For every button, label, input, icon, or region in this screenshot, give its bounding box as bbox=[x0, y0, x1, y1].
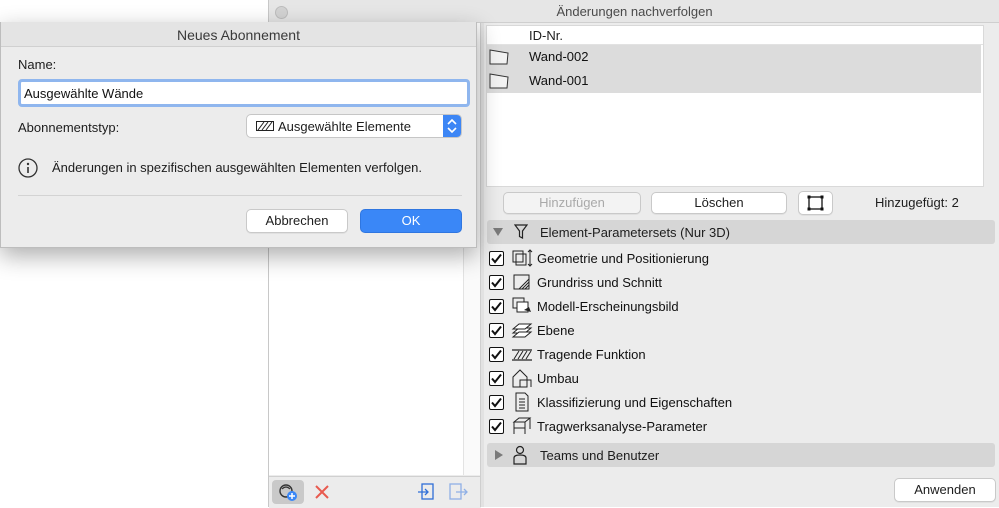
add-button[interactable]: Hinzufügen bbox=[503, 192, 641, 214]
hatch-pattern-icon bbox=[256, 121, 274, 131]
renovation-icon bbox=[512, 369, 532, 388]
parameter-checkbox[interactable] bbox=[489, 371, 504, 386]
name-label: Name: bbox=[18, 57, 57, 72]
filter-icon bbox=[514, 224, 528, 239]
close-icon bbox=[315, 485, 329, 499]
parameter-item-structural-function[interactable]: Tragende Funktion bbox=[489, 343, 989, 367]
cancel-button[interactable]: Abbrechen bbox=[246, 209, 348, 233]
added-count: Hinzugefügt: 2 bbox=[875, 195, 959, 210]
parameter-item-floorplan[interactable]: Grundriss und Schnitt bbox=[489, 271, 989, 295]
new-subscription-icon bbox=[279, 484, 297, 501]
dialog-titlebar[interactable]: Neues Abonnement bbox=[1, 22, 476, 47]
group-label: Element-Parametersets (Nur 3D) bbox=[540, 225, 730, 240]
structural-analysis-icon bbox=[512, 417, 532, 434]
parameter-label: Umbau bbox=[537, 371, 579, 386]
parameter-item-geometry[interactable]: Geometrie und Positionierung bbox=[489, 247, 989, 271]
group-element-parametersets[interactable]: Element-Parametersets (Nur 3D) bbox=[487, 220, 995, 244]
layer-icon bbox=[511, 323, 533, 338]
checkmark-icon bbox=[491, 397, 502, 408]
parameter-label: Modell-Erscheinungsbild bbox=[537, 299, 679, 314]
selection-frame-icon bbox=[807, 195, 824, 211]
select-stepper[interactable] bbox=[443, 115, 461, 137]
chevron-up-down-icon bbox=[447, 118, 457, 134]
export-button[interactable] bbox=[447, 481, 469, 503]
window-titlebar[interactable]: Änderungen nachverfolgen bbox=[269, 0, 999, 23]
parameter-label: Geometrie und Positionierung bbox=[537, 251, 709, 266]
parameter-checkbox[interactable] bbox=[489, 251, 504, 266]
checkmark-icon bbox=[491, 253, 502, 264]
parameter-label: Ebene bbox=[537, 323, 575, 338]
parameter-item-layer[interactable]: Ebene bbox=[489, 319, 989, 343]
parameter-label: Grundriss und Schnitt bbox=[537, 275, 663, 290]
floorplan-icon bbox=[513, 274, 530, 290]
parameter-label: Klassifizierung und Eigenschaften bbox=[537, 395, 733, 410]
parameter-item-model-appearance[interactable]: Modell-Erscheinungsbild bbox=[489, 295, 989, 319]
name-input[interactable] bbox=[18, 79, 470, 107]
parameter-label: Tragende Funktion bbox=[537, 347, 646, 362]
parameter-item-structural-analysis[interactable]: Tragwerksanalyse-Parameter bbox=[489, 415, 989, 439]
element-id: Wand-002 bbox=[529, 49, 589, 64]
dialog-divider bbox=[18, 195, 462, 196]
checkmark-icon bbox=[491, 325, 502, 336]
user-icon bbox=[513, 445, 527, 465]
window-title: Änderungen nachverfolgen bbox=[556, 4, 713, 19]
checkmark-icon bbox=[491, 373, 502, 384]
element-id-table[interactable]: ID-Nr. Wand-002 Wand-001 bbox=[486, 25, 984, 187]
delete-button[interactable]: Löschen bbox=[651, 192, 787, 214]
subscription-toolbar bbox=[269, 476, 481, 508]
checkmark-icon bbox=[491, 301, 502, 312]
export-icon bbox=[449, 483, 468, 500]
geometry-icon bbox=[512, 249, 533, 267]
wall-icon bbox=[489, 49, 509, 65]
subscription-details: ID-Nr. Wand-002 Wand-001 Hinzufügen Lösc… bbox=[484, 23, 999, 507]
parameter-checkbox[interactable] bbox=[489, 395, 504, 410]
new-subscription-button[interactable] bbox=[272, 480, 304, 504]
checkmark-icon bbox=[491, 277, 502, 288]
table-row[interactable]: Wand-002 bbox=[487, 45, 981, 69]
disclosure-triangle-right-icon[interactable] bbox=[493, 449, 505, 461]
import-icon bbox=[418, 483, 434, 500]
subscription-type-select[interactable]: Ausgewählte Elemente bbox=[246, 114, 462, 138]
wall-icon bbox=[489, 73, 509, 89]
dialog-title: Neues Abonnement bbox=[177, 27, 300, 43]
parameter-checkbox[interactable] bbox=[489, 275, 504, 290]
disclosure-triangle-down-icon[interactable] bbox=[492, 226, 504, 238]
structural-function-icon bbox=[512, 349, 532, 361]
checkmark-icon bbox=[491, 421, 502, 432]
id-column-header[interactable]: ID-Nr. bbox=[487, 26, 983, 45]
model-appearance-icon bbox=[512, 297, 531, 313]
parameter-item-renovation[interactable]: Umbau bbox=[489, 367, 989, 391]
checkmark-icon bbox=[491, 349, 502, 360]
group-label: Teams und Benutzer bbox=[540, 448, 660, 463]
ok-button[interactable]: OK bbox=[360, 209, 462, 233]
info-icon bbox=[18, 158, 38, 178]
parameter-item-classification[interactable]: Klassifizierung und Eigenschaften bbox=[489, 391, 989, 415]
parameter-checkbox[interactable] bbox=[489, 299, 504, 314]
element-id: Wand-001 bbox=[529, 73, 589, 88]
subscription-type-label: Abonnementstyp: bbox=[18, 120, 120, 135]
new-subscription-dialog: Neues Abonnement Name: Abonnementstyp: A… bbox=[0, 22, 477, 248]
parameter-checkbox[interactable] bbox=[489, 323, 504, 338]
parameter-label: Tragwerksanalyse-Parameter bbox=[537, 419, 708, 434]
subscription-type-value: Ausgewählte Elemente bbox=[278, 119, 411, 134]
table-row[interactable]: Wand-001 bbox=[487, 69, 981, 93]
parameter-checkbox[interactable] bbox=[489, 419, 504, 434]
group-teams-users[interactable]: Teams und Benutzer bbox=[487, 443, 995, 467]
classification-icon bbox=[515, 392, 529, 412]
id-column-header-label: ID-Nr. bbox=[529, 28, 563, 43]
apply-button[interactable]: Anwenden bbox=[894, 478, 996, 502]
info-text: Änderungen in spezifischen ausgewählten … bbox=[52, 160, 423, 175]
parameter-checkbox[interactable] bbox=[489, 347, 504, 362]
delete-subscription-button[interactable] bbox=[312, 482, 334, 504]
import-button[interactable] bbox=[416, 481, 438, 503]
select-elements-button[interactable] bbox=[798, 191, 833, 215]
